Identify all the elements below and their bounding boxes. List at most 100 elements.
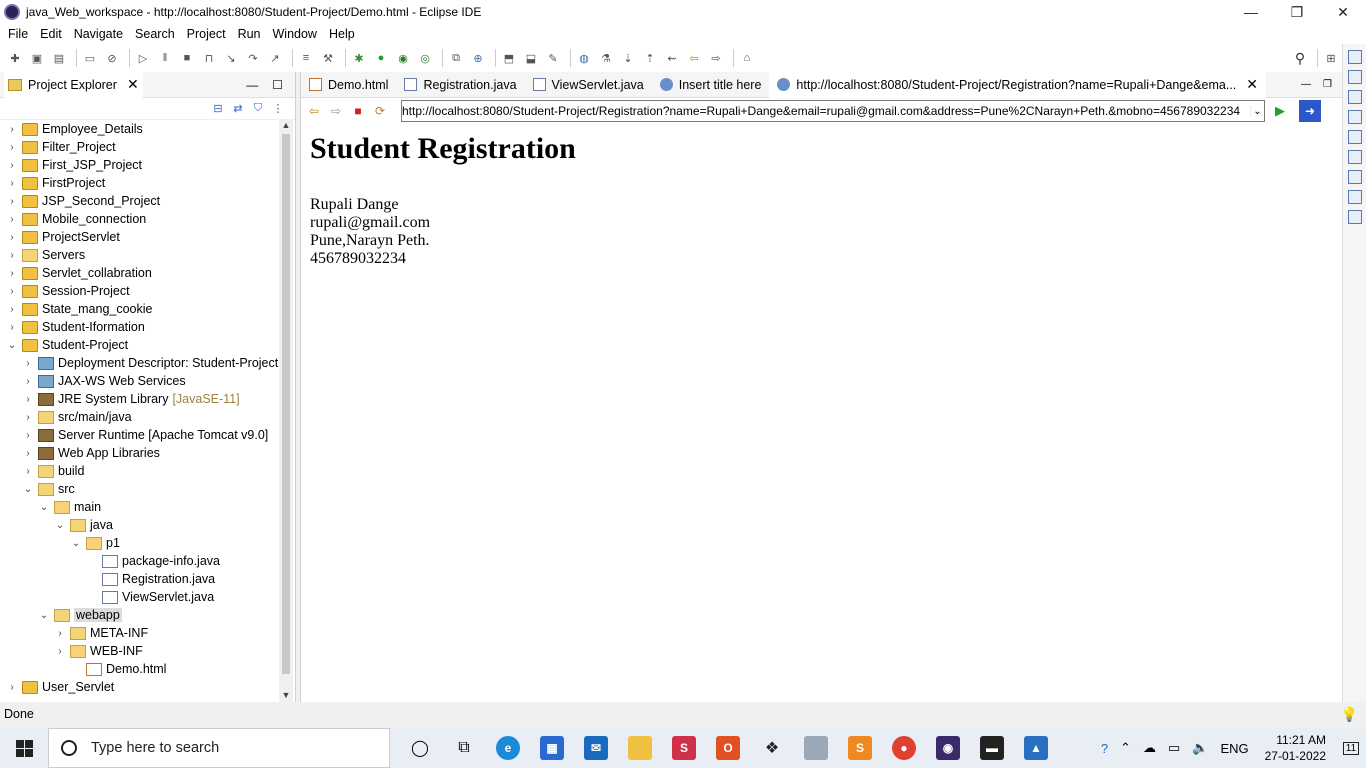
cortana-icon[interactable]: ◯ [398,728,442,768]
tree-item[interactable]: › Deployment Descriptor: Student-Project [0,354,280,372]
tree-item[interactable]: › Web App Libraries [0,444,280,462]
restore-editor-icon[interactable]: ❐ [1323,79,1332,90]
tab-browser-registration[interactable]: http://localhost:8080/Student-Project/Re… [769,71,1267,98]
cloud-icon[interactable]: ☁ [1143,740,1156,756]
minimize-view-button[interactable]: — [246,78,258,92]
tree-item[interactable]: › WEB-INF [0,642,280,660]
volume-icon[interactable]: 🔈 [1192,740,1208,756]
tree-scrollbar[interactable]: ▲ ▼ [279,120,293,704]
data-source-icon[interactable] [1347,170,1362,184]
tab-viewservlet-java[interactable]: ViewServlet.java [525,72,652,98]
menu-edit[interactable]: Edit [34,27,68,41]
chevron-right-icon[interactable]: › [6,250,18,261]
file-explorer-icon[interactable] [618,728,662,768]
mail-icon[interactable]: ✉ [574,728,618,768]
menu-file[interactable]: File [2,27,34,41]
terminal-taskbar-icon[interactable]: ▬ [970,728,1014,768]
forward-icon[interactable]: ⇨ [327,102,345,120]
task-list-icon[interactable] [1347,90,1362,104]
office-icon[interactable]: O [706,728,750,768]
tree-item[interactable]: › JRE System Library [JavaSE-11] [0,390,280,408]
chrome-icon[interactable]: ● [882,728,926,768]
forward-icon[interactable]: ⇨ [707,49,725,67]
open-type-icon[interactable]: ⬒ [500,49,518,67]
search-tool-icon[interactable]: ✎ [544,49,562,67]
chevron-right-icon[interactable]: › [22,466,34,477]
profile-icon[interactable]: ◎ [416,49,434,67]
language-indicator[interactable]: ENG [1220,741,1248,756]
edge-icon[interactable]: e [486,728,530,768]
chevron-right-icon[interactable]: › [22,376,34,387]
tree-item[interactable]: › Mobile_connection [0,210,280,228]
tree-item[interactable]: ViewServlet.java [0,588,280,606]
step-over-icon[interactable]: ↷ [244,49,262,67]
tab-registration-java[interactable]: Registration.java [396,72,524,98]
web-browser-icon[interactable]: ◍ [575,49,593,67]
chevron-down-icon[interactable]: ⌄ [6,340,18,351]
scroll-up-icon[interactable]: ▲ [279,120,293,134]
outline-icon[interactable] [1347,70,1362,84]
pin-editor-icon[interactable]: ⌂ [738,49,756,67]
chevron-down-icon[interactable]: ⌄ [70,538,82,549]
chevron-right-icon[interactable]: › [6,124,18,135]
minimize-button[interactable]: — [1228,0,1274,24]
close-button[interactable]: ✕ [1320,0,1366,24]
taskbar-search[interactable]: Type here to search [48,728,390,768]
tree-item[interactable]: ⌄ main [0,498,280,516]
back-icon[interactable]: ⇦ [305,102,323,120]
tree-item[interactable]: › META-INF [0,624,280,642]
eclipse-taskbar-icon[interactable]: ◉ [926,728,970,768]
tree-item[interactable]: › build [0,462,280,480]
properties-icon[interactable] [1347,130,1362,144]
go-icon[interactable]: ▶ [1275,103,1291,119]
stop-icon[interactable]: ■ [349,102,367,120]
save-all-icon[interactable]: ▤ [50,49,68,67]
chevron-right-icon[interactable]: › [6,178,18,189]
chevron-right-icon[interactable]: › [6,286,18,297]
dropbox-icon[interactable]: ❖ [750,728,794,768]
tree-item[interactable]: › State_mang_cookie [0,300,280,318]
tree-item[interactable]: › Employee_Details [0,120,280,138]
restore-button[interactable]: ❐ [1274,0,1320,24]
save-icon[interactable]: ▣ [28,49,46,67]
start-button[interactable] [0,728,48,768]
step-return-icon[interactable]: ↗ [266,49,284,67]
tree-item[interactable]: › User_Servlet [0,678,280,696]
last-edit-icon[interactable]: ⇜ [663,49,681,67]
tree-item[interactable]: › src/main/java [0,408,280,426]
restore-view-icon[interactable] [1347,50,1362,64]
new-icon[interactable]: ✚ [6,49,24,67]
tab-insert-title[interactable]: Insert title here [652,72,770,98]
battery-icon[interactable]: ▭ [1168,740,1180,756]
tree-item[interactable]: ⌄ Student-Project [0,336,280,354]
next-annotation-icon[interactable]: ⇣ [619,49,637,67]
project-explorer-tab[interactable]: Project Explorer ✕ [4,71,143,98]
tree-item[interactable]: › Student-Iformation [0,318,280,336]
new-class-icon[interactable]: ⊕ [469,49,487,67]
menu-search[interactable]: Search [129,27,181,41]
tree-item[interactable]: ⌄ src [0,480,280,498]
prev-annotation-icon[interactable]: ⇡ [641,49,659,67]
search-icon[interactable]: ⚲ [1291,49,1309,67]
clock[interactable]: 11:21 AM 27-01-2022 [1265,732,1326,764]
view-menu-icon[interactable]: ⋮ [271,102,285,116]
chevron-right-icon[interactable]: › [22,394,34,405]
tab-demo-html[interactable]: Demo.html [301,72,396,98]
chevron-right-icon[interactable]: › [6,142,18,153]
menu-window[interactable]: Window [267,27,323,41]
store-icon[interactable]: ▦ [530,728,574,768]
disconnect-icon[interactable]: ⊓ [200,49,218,67]
terminate-icon[interactable]: ■ [178,49,196,67]
back-icon[interactable]: ⇦ [685,49,703,67]
filter-icon[interactable]: ⛉ [251,102,265,116]
chevron-right-icon[interactable]: › [22,430,34,441]
menu-run[interactable]: Run [232,27,267,41]
tree-item[interactable]: › ProjectServlet [0,228,280,246]
toggle-icon[interactable]: ≡ [297,49,315,67]
menu-navigate[interactable]: Navigate [68,27,129,41]
run-icon[interactable]: ● [372,49,390,67]
chevron-down-icon[interactable]: ⌄ [54,520,66,531]
link-with-editor-icon[interactable]: ⇄ [231,102,245,116]
tree-item[interactable]: Demo.html [0,660,280,678]
maximize-view-button[interactable]: ☐ [272,78,283,92]
